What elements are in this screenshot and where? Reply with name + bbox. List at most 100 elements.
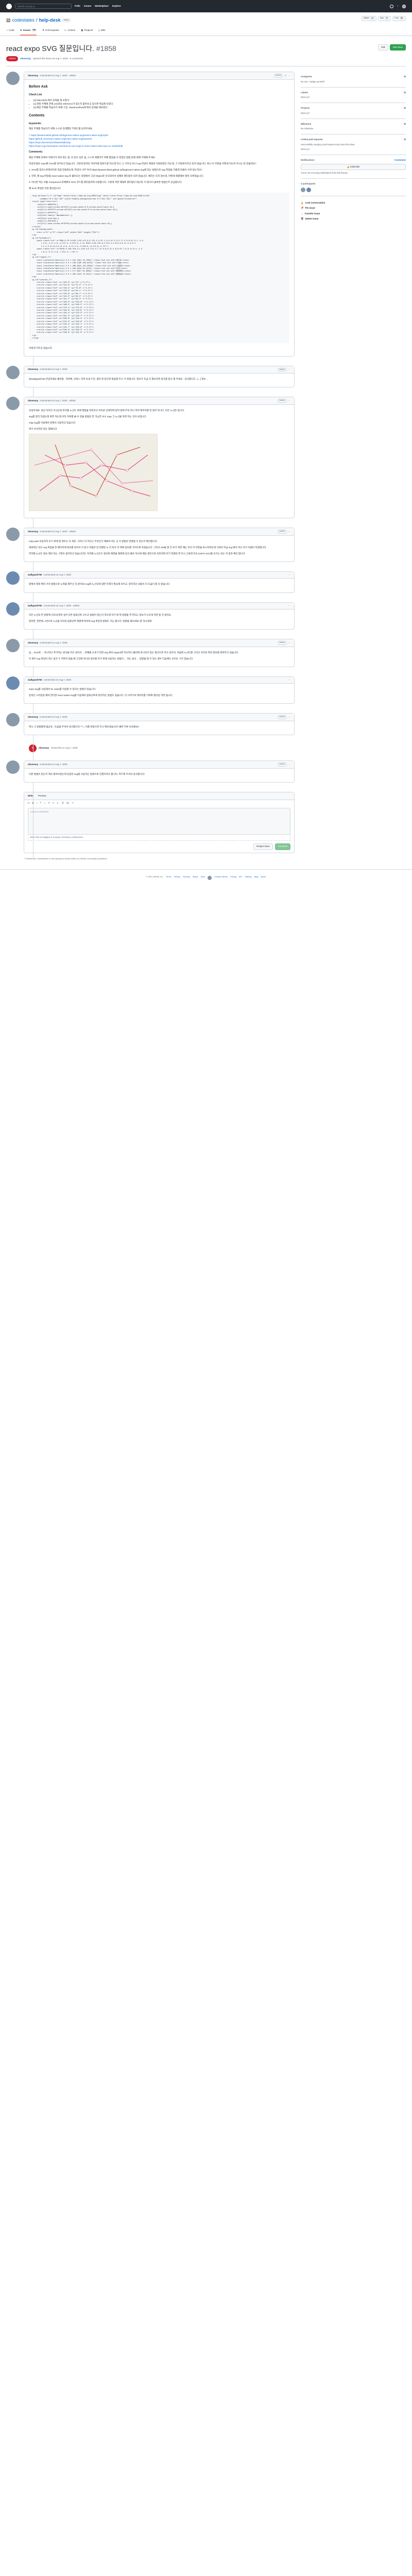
footer-link[interactable]: Terms (166, 876, 171, 880)
labels-section[interactable]: Labels ⚙ None yet (301, 88, 406, 104)
comment-author[interactable]: sbseosay (28, 716, 38, 719)
comment-author[interactable]: wallypark750 (28, 573, 42, 577)
transfer-issue-button[interactable]: → Transfer issue (301, 212, 406, 215)
delete-issue-button[interactable]: 🗑 Delete issue (301, 217, 406, 221)
reference-link[interactable]: > https://jeweet-liebel.github.io/blog/r… (29, 134, 108, 137)
footer-link[interactable]: Docs (201, 876, 205, 880)
nav-explore[interactable]: Explore (112, 5, 121, 8)
comment-author[interactable]: sbseosay (28, 763, 38, 766)
watch-button[interactable]: Watch 13 (362, 16, 376, 21)
smiley-icon[interactable]: ☺ (284, 74, 286, 77)
footer-link[interactable]: About (261, 876, 266, 880)
fork-button[interactable]: Fork 56 (392, 16, 406, 21)
more-icon[interactable]: ··· (288, 74, 290, 77)
star-button[interactable]: Star 72 (377, 16, 391, 21)
tab-issues[interactable]: ⊙ Issues 755 (20, 29, 37, 36)
footer-link[interactable]: Contact GitHub (214, 876, 228, 880)
tab-projects[interactable]: ▦ Projects (81, 29, 93, 36)
comment-author[interactable]: sbseosay (28, 399, 38, 402)
list-icon[interactable]: ≡ (53, 802, 54, 806)
comment-textarea[interactable]: Leave a comment (28, 807, 290, 835)
comment-author[interactable]: sbseosay (28, 74, 38, 77)
quote-icon[interactable]: ❝ (40, 802, 41, 806)
link-icon[interactable]: ⚭ (48, 802, 50, 806)
comment-author[interactable]: wallypark750 (28, 604, 42, 607)
avatar[interactable] (6, 639, 20, 653)
notifications-icon[interactable] (390, 4, 394, 8)
comment-author[interactable]: wallypark750 (28, 679, 42, 682)
customize-link[interactable]: Customize (394, 159, 406, 162)
more-icon[interactable]: ··· (288, 604, 290, 607)
more-icon[interactable]: ··· (288, 763, 290, 766)
search-input[interactable]: Search or jump to… (15, 4, 72, 9)
footer-link[interactable]: Status (193, 876, 198, 880)
comment-author[interactable]: sbseosay (28, 368, 38, 371)
repo-owner-link[interactable]: codestates (12, 17, 35, 24)
nav-marketplace[interactable]: Marketplace (95, 5, 109, 8)
comment-author[interactable]: sbseosay (28, 641, 38, 645)
tab-pull-requests[interactable]: ⇅ Pull requests (42, 29, 59, 36)
reference-link[interactable]: https://expo-svg-reactnative.com/how-to-… (29, 145, 123, 147)
avatar[interactable] (6, 397, 20, 411)
avatar[interactable] (6, 72, 20, 86)
linked-pr-section[interactable]: Linked pull requests ⚙ Successfully mergin… (301, 134, 406, 155)
tab-code[interactable]: ‹› Code (6, 29, 14, 36)
mention-icon[interactable]: @ (66, 802, 69, 806)
gear-icon: ⚙ (404, 122, 406, 125)
footer-link[interactable]: API (239, 876, 242, 880)
footer-link[interactable]: Privacy (174, 876, 180, 880)
reopen-issue-button[interactable]: Reopen issue (253, 843, 273, 850)
avatar[interactable] (6, 676, 20, 690)
plus-icon[interactable]: + (397, 5, 399, 8)
comment-button[interactable]: Comment (274, 843, 290, 850)
avatar[interactable] (6, 571, 20, 585)
attach-files[interactable]: Attach files by dragging & dropping, sel… (28, 834, 290, 841)
avatar[interactable] (6, 602, 20, 616)
avatar[interactable] (301, 187, 305, 192)
edit-button[interactable]: Edit (378, 44, 388, 51)
more-icon[interactable]: ··· (288, 530, 290, 533)
tab-actions[interactable]: ▷ Actions (65, 29, 76, 36)
numbered-list-icon[interactable]: ⒈ (57, 802, 59, 806)
footer-link[interactable]: Blog (254, 876, 259, 880)
more-icon[interactable]: ··· (288, 716, 290, 719)
more-icon[interactable]: ··· (288, 368, 290, 371)
task-list-icon[interactable]: ☑ (62, 802, 64, 806)
assignees-section[interactable]: Assignees ⚙ No one—assign yourself (301, 72, 406, 88)
issue-author-link[interactable]: sbseosay (20, 57, 31, 60)
avatar[interactable] (6, 528, 20, 541)
comment-author[interactable]: sbseosay (28, 530, 38, 533)
nav-pulls[interactable]: Pulls (75, 5, 80, 8)
subscribe-button[interactable]: 🔔 Subscribe (301, 164, 406, 171)
avatar[interactable] (6, 365, 20, 379)
reference-icon[interactable]: ↗ (72, 802, 74, 806)
more-icon[interactable]: ··· (288, 573, 290, 577)
avatar[interactable] (6, 713, 20, 727)
avatar[interactable] (6, 760, 20, 774)
footer-link[interactable]: Pricing (230, 876, 236, 880)
pin-issue-button[interactable]: 📌 Pin issue (301, 207, 406, 210)
code-icon[interactable]: ‹› (44, 802, 45, 806)
reference-link[interactable]: https://expo.dev/versions/latest/sdk/svg… (29, 141, 71, 144)
tab-preview[interactable]: Preview (38, 794, 46, 798)
footer-link[interactable]: Training (245, 876, 252, 880)
github-logo-icon[interactable] (6, 3, 12, 9)
lock-conversation-button[interactable]: 🔒 Lock conversation (301, 201, 406, 205)
new-issue-button[interactable]: New issue (389, 44, 406, 51)
avatar[interactable] (306, 187, 311, 192)
event-user[interactable]: sbseosay (39, 747, 49, 750)
author-badge: Author (278, 367, 287, 372)
more-icon[interactable]: ··· (288, 641, 290, 645)
comment: sbseosay commented on Aug 7, 2020 · edite… (6, 72, 295, 357)
more-icon[interactable]: ··· (288, 399, 290, 402)
repo-name-link[interactable]: help-desk (39, 18, 61, 23)
reference-link[interactable]: https://github.com/react-native-svg/reac… (29, 138, 92, 140)
projects-section[interactable]: Projects ⚙ None yet (301, 103, 406, 119)
more-icon[interactable]: ··· (288, 679, 290, 682)
milestone-section[interactable]: Milestone ⚙ No milestone (301, 119, 406, 135)
avatar[interactable] (402, 4, 406, 8)
footer-link[interactable]: Security (183, 876, 190, 880)
heading-icon[interactable]: H (28, 802, 29, 806)
tab-wiki[interactable]: ▯ Wiki (98, 29, 105, 36)
nav-issues[interactable]: Issues (84, 5, 91, 8)
